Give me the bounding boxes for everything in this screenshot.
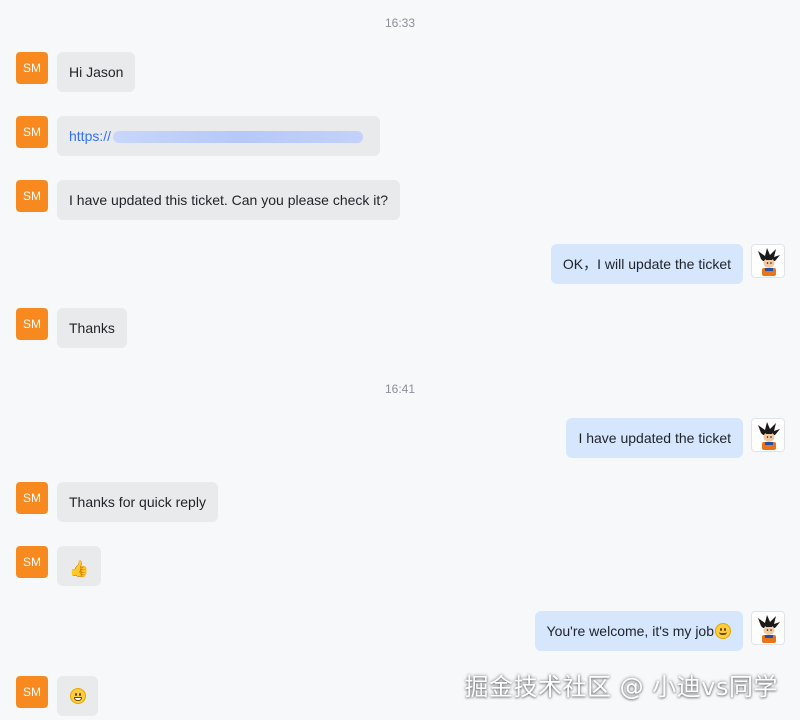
contact-avatar[interactable]: SM [16,116,48,148]
contact-avatar[interactable]: SM [16,52,48,84]
user-avatar-goku[interactable] [751,611,785,645]
message-bubble[interactable]: Thanks [57,308,127,348]
goku-avatar-icon [758,615,780,643]
message-bubble[interactable]: You're welcome, it's my job [534,611,743,651]
message-link-bubble[interactable]: https:// [57,116,380,156]
contact-avatar[interactable]: SM [16,676,48,708]
grinning-face-icon [70,688,86,704]
redacted-link-blur [113,131,364,144]
message-link[interactable]: https:// [69,128,111,144]
message-text: You're welcome, it's my job [546,623,714,639]
thumbs-up-icon: 👍 [69,561,89,578]
goku-avatar-icon [758,422,780,450]
message-bubble-emoji[interactable] [57,676,98,716]
goku-avatar-icon [758,248,780,276]
timestamp: 16:33 [384,16,416,30]
timestamp: 16:41 [384,382,416,396]
message-bubble[interactable]: I have updated the ticket [566,418,743,458]
message-bubble[interactable]: Hi Jason [57,52,136,92]
message-bubble[interactable]: I have updated this ticket. Can you plea… [57,180,401,220]
smiling-face-icon [715,623,731,639]
site-watermark: 掘金技术社区 @ 小迪vs同学 [464,673,778,701]
contact-avatar[interactable]: SM [16,180,48,212]
contact-avatar[interactable]: SM [16,308,48,340]
contact-avatar[interactable]: SM [16,482,48,514]
contact-avatar[interactable]: SM [16,546,48,578]
message-bubble[interactable]: OK，I will update the ticket [550,244,743,284]
chat-message-list[interactable]: 16:33 SM Hi Jason SM https:// SM I have … [0,0,800,720]
message-bubble-emoji[interactable]: 👍 [57,546,101,586]
user-avatar-goku[interactable] [751,244,785,278]
user-avatar-goku[interactable] [751,418,785,452]
message-bubble[interactable]: Thanks for quick reply [57,482,218,522]
